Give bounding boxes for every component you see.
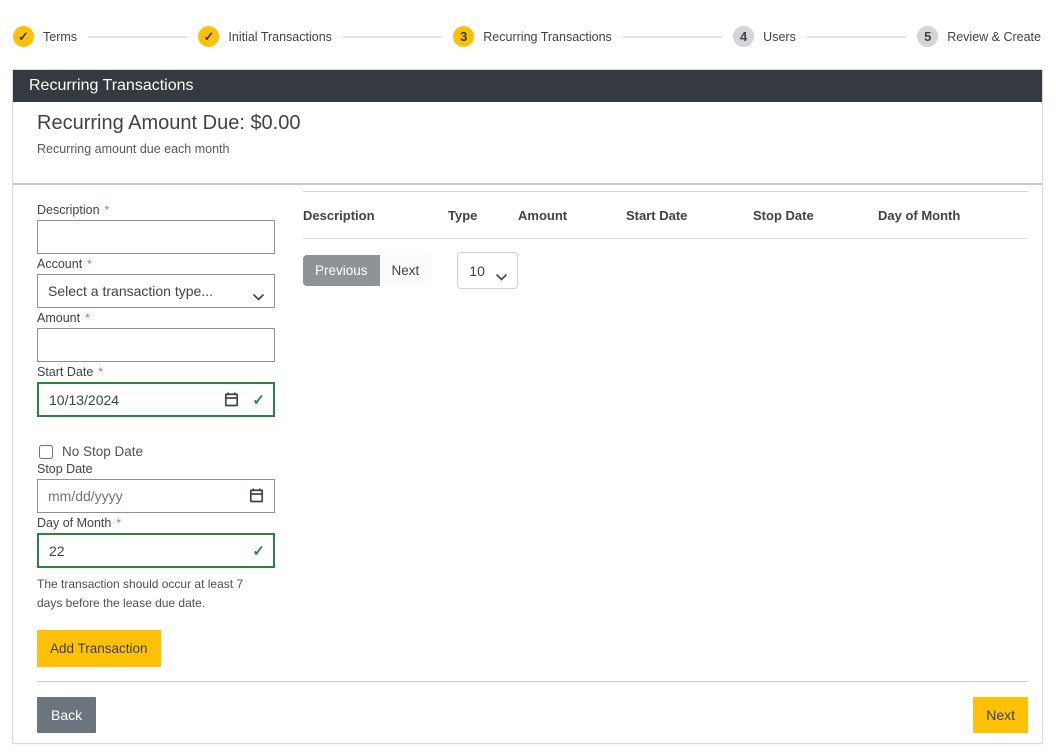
amount-input[interactable] bbox=[37, 328, 275, 362]
step-label-terms: Terms bbox=[43, 30, 77, 44]
pagination-next-button[interactable]: Next bbox=[380, 255, 432, 286]
recurring-transactions-panel: Recurring Transactions Recurring Amount … bbox=[12, 69, 1043, 744]
amount-label: Amount* bbox=[37, 311, 275, 325]
column-header-amount: Amount bbox=[518, 192, 626, 239]
panel-title-bar: Recurring Transactions bbox=[13, 70, 1042, 102]
day-of-month-input[interactable] bbox=[37, 533, 275, 568]
required-asterisk: * bbox=[116, 516, 121, 530]
step-number-icon: 5 bbox=[917, 26, 938, 47]
start-date-label: Start Date* bbox=[37, 365, 275, 379]
column-header-stop-date: Stop Date bbox=[753, 192, 878, 239]
step-complete-check-icon: ✓ bbox=[198, 26, 219, 47]
day-of-month-label: Day of Month* bbox=[37, 516, 275, 530]
transactions-table: Description Type Amount Start Date Stop … bbox=[303, 191, 1028, 239]
required-asterisk: * bbox=[87, 257, 92, 271]
wizard-stepper: ✓ Terms ✓ Initial Transactions 3 Recurri… bbox=[0, 0, 1056, 47]
no-stop-date-checkbox[interactable] bbox=[39, 445, 53, 459]
stepper-connector bbox=[807, 36, 906, 38]
recurring-amount-due-heading: Recurring Amount Due: $0.00 bbox=[37, 112, 1018, 135]
column-header-start-date: Start Date bbox=[626, 192, 753, 239]
required-asterisk: * bbox=[85, 311, 90, 325]
panel-title: Recurring Transactions bbox=[29, 77, 194, 94]
pagination-previous-button[interactable]: Previous bbox=[303, 255, 380, 286]
column-header-description: Description bbox=[303, 192, 448, 239]
day-of-month-help-text: The transaction should occur at least 7 … bbox=[37, 575, 261, 613]
stop-date-input[interactable] bbox=[37, 479, 275, 513]
table-header-row: Description Type Amount Start Date Stop … bbox=[303, 192, 1028, 239]
panel-content: Description* Account* Select a transacti… bbox=[13, 185, 1042, 667]
next-button[interactable]: Next bbox=[973, 697, 1028, 733]
account-select[interactable]: Select a transaction type... bbox=[37, 274, 275, 308]
stepper-step-terms[interactable]: ✓ Terms bbox=[13, 26, 77, 47]
step-number-icon: 4 bbox=[733, 26, 754, 47]
stepper-step-initial-transactions[interactable]: ✓ Initial Transactions bbox=[198, 26, 332, 47]
step-complete-check-icon: ✓ bbox=[13, 26, 34, 47]
add-transaction-button[interactable]: Add Transaction bbox=[37, 630, 161, 667]
stepper-connector bbox=[88, 36, 187, 38]
panel-body: Recurring Amount Due: $0.00 Recurring am… bbox=[13, 112, 1042, 743]
step-label-users: Users bbox=[763, 30, 796, 44]
step-label-initial-transactions: Initial Transactions bbox=[228, 30, 332, 44]
transactions-table-area: Description Type Amount Start Date Stop … bbox=[303, 191, 1028, 667]
required-asterisk: * bbox=[105, 203, 110, 217]
table-pagination: Previous Next 10 bbox=[303, 252, 1028, 289]
required-asterisk: * bbox=[98, 365, 103, 379]
no-stop-date-label: No Stop Date bbox=[62, 444, 143, 459]
column-header-day-of-month: Day of Month bbox=[878, 192, 1028, 239]
no-stop-date-row: No Stop Date bbox=[37, 444, 275, 459]
step-number-icon: 3 bbox=[453, 26, 474, 47]
stepper-step-review-create[interactable]: 5 Review & Create bbox=[917, 26, 1041, 47]
stepper-step-recurring-transactions[interactable]: 3 Recurring Transactions bbox=[453, 26, 612, 47]
page-size-select[interactable]: 10 bbox=[457, 252, 518, 289]
transaction-form: Description* Account* Select a transacti… bbox=[37, 191, 275, 667]
footer-divider bbox=[37, 681, 1028, 682]
stop-date-label: Stop Date bbox=[37, 462, 275, 476]
start-date-input[interactable] bbox=[37, 382, 275, 417]
step-label-recurring-transactions: Recurring Transactions bbox=[483, 30, 612, 44]
back-button[interactable]: Back bbox=[37, 697, 96, 733]
description-input[interactable] bbox=[37, 220, 275, 254]
column-header-type: Type bbox=[448, 192, 518, 239]
stepper-step-users[interactable]: 4 Users bbox=[733, 26, 796, 47]
stepper-connector bbox=[623, 36, 722, 38]
description-label: Description* bbox=[37, 203, 275, 217]
stepper-connector bbox=[343, 36, 442, 38]
recurring-amount-due-subheading: Recurring amount due each month bbox=[37, 142, 1018, 156]
step-label-review-create: Review & Create bbox=[947, 30, 1041, 44]
pagination-button-group: Previous Next bbox=[303, 255, 431, 286]
account-label: Account* bbox=[37, 257, 275, 271]
